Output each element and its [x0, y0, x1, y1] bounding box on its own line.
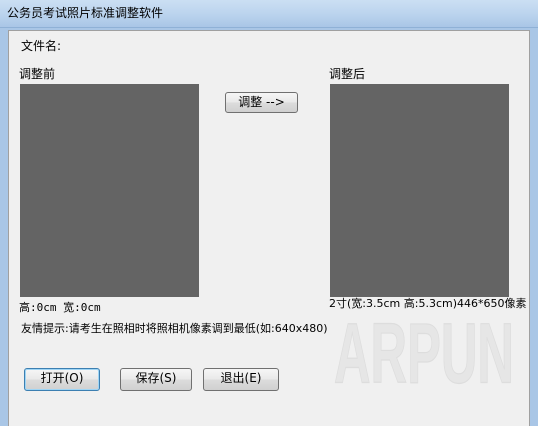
open-button-label: 打开(O) — [40, 371, 84, 385]
app-window: 公务员考试照片标准调整软件 文件名: 调整前 调整后 调整 --> 高:0cm … — [0, 0, 538, 426]
window-title: 公务员考试照片标准调整软件 — [7, 6, 164, 20]
open-button[interactable]: 打开(O) — [24, 368, 100, 391]
exit-button-label: 退出(E) — [220, 371, 262, 385]
after-image-preview — [330, 84, 509, 297]
watermark-text: ARPUN — [334, 316, 514, 396]
adjust-button-label: 调整 --> — [238, 95, 285, 109]
before-image-preview — [20, 84, 199, 297]
save-button-label: 保存(S) — [135, 371, 177, 385]
exit-button[interactable]: 退出(E) — [203, 368, 279, 391]
filename-label: 文件名: — [21, 39, 62, 53]
after-label: 调整后 — [329, 67, 366, 81]
before-label: 调整前 — [19, 67, 56, 81]
save-button[interactable]: 保存(S) — [120, 368, 192, 391]
arpun-watermark: ARPUN — [333, 316, 514, 396]
title-bar[interactable]: 公务员考试照片标准调整软件 — [0, 0, 538, 28]
before-size-text: 高:0cm 宽:0cm — [19, 301, 101, 314]
adjust-button[interactable]: 调整 --> — [225, 92, 298, 113]
tip-text: 友情提示:请考生在照相时将照相机像素调到最低(如:640x480) — [21, 322, 328, 335]
after-size-text: 2寸(宽:3.5cm 高:5.3cm)446*650像素 — [329, 297, 527, 310]
